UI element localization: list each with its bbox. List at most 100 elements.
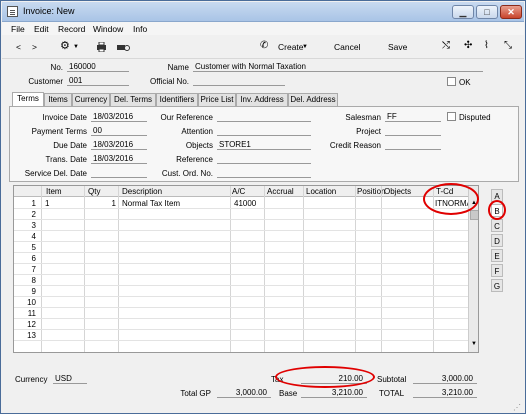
objects-label: Objects [185,141,213,150]
due-date-label: Due Date [53,141,87,150]
gear-dropdown-icon[interactable]: ▼ [73,44,79,50]
trans-date-field[interactable]: 18/03/2016 [91,154,147,164]
menu-info[interactable]: Info [133,24,147,34]
table-row[interactable]: 9 [14,286,468,297]
expand-icon[interactable]: ✣ [464,40,472,51]
subtotal-field[interactable]: 3,000.00 [413,374,477,384]
close-button[interactable]: ✕ [500,5,522,19]
resize-grip-icon[interactable]: ⋰ [513,403,521,412]
create-button[interactable]: Create [278,42,304,52]
create-dropdown-icon[interactable]: ▼ [302,44,308,50]
disputed-checkbox[interactable] [447,112,456,121]
link-icon[interactable]: ⤭ [442,40,450,51]
our-reference-field[interactable] [217,112,311,122]
tab-inv-address[interactable]: Inv. Address [236,93,288,106]
name-label: Name [167,63,189,72]
table-row[interactable]: 5 [14,242,468,253]
service-del-date-field[interactable] [91,168,147,178]
menu-bar: File Edit Record Window Info [2,22,524,35]
cancel-button[interactable]: Cancel [334,42,360,52]
tab-del-address[interactable]: Del. Address [288,93,338,106]
menu-edit[interactable]: Edit [34,24,49,34]
tab-identifiers[interactable]: Identifiers [156,93,198,106]
col-accrual: Accrual [267,187,294,196]
side-tab-e[interactable]: E [491,249,503,262]
project-field[interactable] [385,126,441,136]
table-row[interactable]: 13 [14,330,468,341]
cust-ord-no-field[interactable] [217,168,311,178]
official-no-field[interactable] [193,76,285,86]
no-field[interactable]: 160000 [67,62,129,72]
row-number: 10 [27,298,36,307]
row-number: 13 [27,331,36,340]
cell-item[interactable]: 1 [45,199,49,208]
scroll-thumb[interactable] [470,210,478,220]
ok-checkbox[interactable] [447,77,456,86]
total-field[interactable]: 3,210.00 [413,388,477,398]
row-number: 4 [31,232,36,241]
menu-file[interactable]: File [11,24,25,34]
table-row[interactable]: 6 [14,253,468,264]
tab-currency[interactable]: Currency [72,93,110,106]
table-row[interactable]: 7 [14,264,468,275]
total-gp-field[interactable]: 3,000.00 [217,388,271,398]
currency-label: Currency [15,375,48,384]
salesman-field[interactable]: FF [385,112,441,122]
trans-date-label: Trans. Date [45,155,88,164]
table-row[interactable]: 4 [14,231,468,242]
side-tab-c[interactable]: C [491,219,503,232]
cell-description[interactable]: Normal Tax Item [122,199,180,208]
currency-field[interactable]: USD [53,374,87,384]
reference-field[interactable] [217,154,311,164]
payment-terms-field[interactable]: 00 [91,126,147,136]
tab-del-terms[interactable]: Del. Terms [110,93,156,106]
table-row[interactable]: 11 [14,308,468,319]
back-arrow-icon[interactable]: < [16,42,21,52]
invoice-window: Invoice: New ▁ □ ✕ File Edit Record Wind… [0,0,526,414]
salesman-label: Salesman [345,113,381,122]
grid-scrollbar[interactable]: ▲ ▼ [468,186,478,352]
attention-label: Attention [181,127,213,136]
menu-window[interactable]: Window [93,24,123,34]
side-tab-f[interactable]: F [491,264,503,277]
gear-icon[interactable]: ⚙ [60,39,70,52]
name-field[interactable]: Customer with Normal Taxation [193,62,483,72]
scroll-down-icon[interactable]: ▼ [471,341,477,347]
attachment-icon[interactable]: ⌇ [484,40,489,51]
print-icon[interactable] [96,42,107,52]
base-field[interactable]: 3,210.00 [301,388,367,398]
credit-reason-field[interactable] [385,140,441,150]
invoice-date-field[interactable]: 18/03/2016 [91,112,147,122]
table-row[interactable]: 1 1 1 Normal Tax Item 41000 ITNORMAL [14,198,476,209]
objects-field[interactable]: STORE1 [217,140,311,150]
phone-icon[interactable]: ✆ [260,40,268,51]
minimize-button[interactable]: ▁ [452,5,474,19]
toolbar: < > ⚙ ▼ ✆ Create ▼ Cancel Save ⤭ ✣ ⌇ ⤡ [2,35,524,59]
table-row[interactable]: 3 [14,220,468,231]
customer-field[interactable]: 001 [67,76,129,86]
save-button[interactable]: Save [388,42,407,52]
forward-arrow-icon[interactable]: > [32,42,37,52]
tab-price-list[interactable]: Price List [198,93,236,106]
side-tab-d[interactable]: D [491,234,503,247]
table-row[interactable]: 2 [14,209,468,220]
maximize-button[interactable]: □ [476,5,498,19]
cust-ord-no-label: Cust. Ord. No. [161,169,213,178]
side-tab-b-highlight-ring [488,200,506,220]
collapse-icon[interactable]: ⤡ [504,40,512,51]
cell-ac[interactable]: 41000 [234,199,256,208]
menu-record[interactable]: Record [58,24,85,34]
attention-field[interactable] [217,126,311,136]
col-objects: Objects [384,187,412,196]
tab-terms[interactable]: Terms [12,92,44,106]
due-date-field[interactable]: 18/03/2016 [91,140,147,150]
print-preview-icon[interactable] [116,42,130,52]
cell-qty[interactable]: 1 [94,199,116,208]
col-qty: Qty [88,187,101,196]
table-row[interactable]: 12 [14,319,468,330]
side-tab-g[interactable]: G [491,279,503,292]
table-row[interactable]: 10 [14,297,468,308]
tab-items[interactable]: Items [44,93,72,106]
tax-highlight-ring [275,366,375,388]
table-row[interactable]: 8 [14,275,468,286]
